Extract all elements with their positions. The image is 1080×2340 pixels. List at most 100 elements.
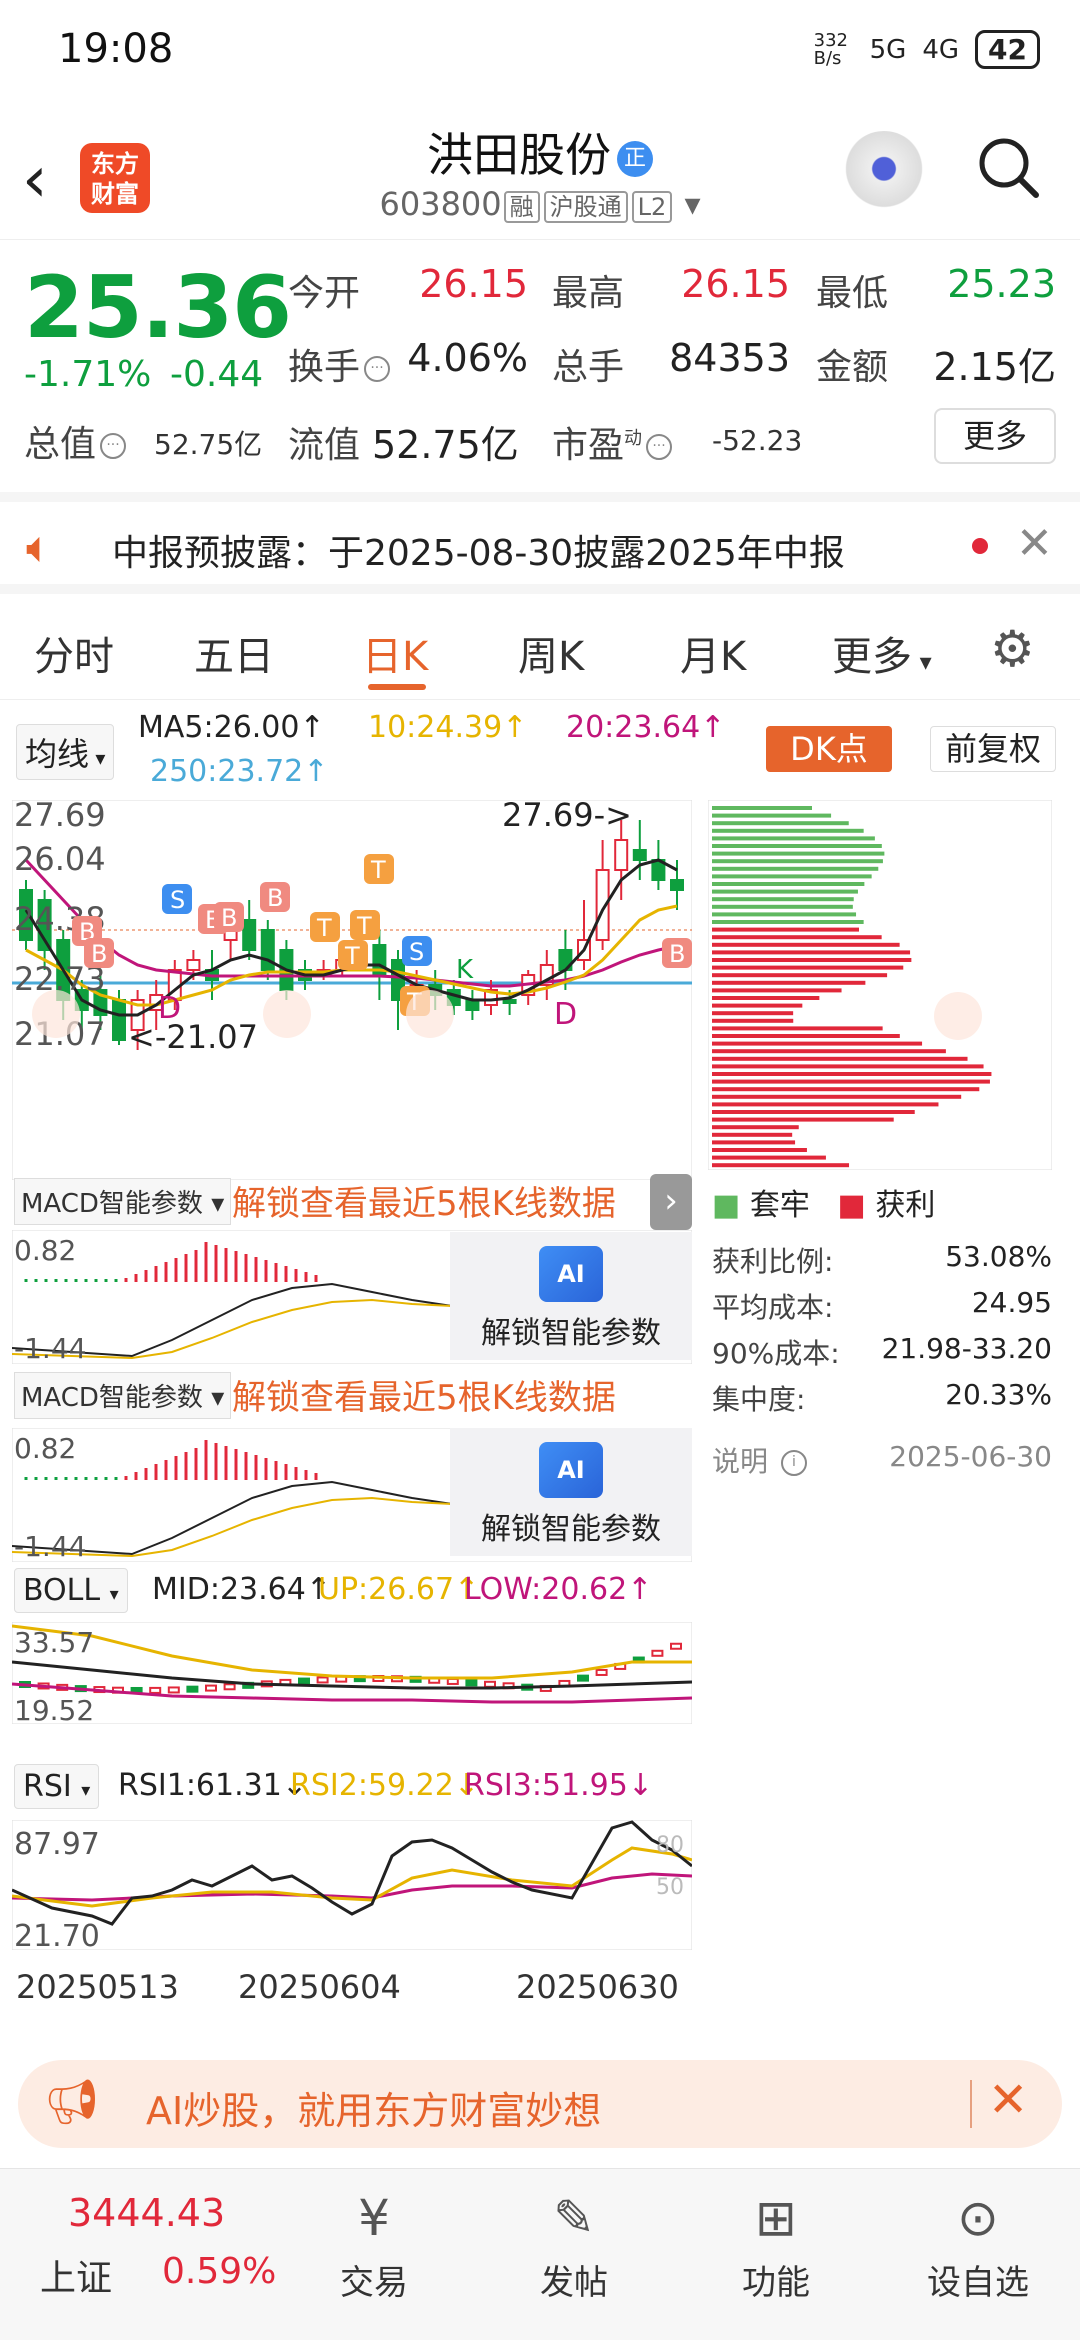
rsi2-value: RSI2:59.22↓: [290, 1768, 479, 1803]
tab-weekly-k[interactable]: 周K: [518, 624, 584, 682]
chip-profit-ratio: 获利比例: 53.08%: [712, 1240, 1052, 1278]
rsi-level-50: 50: [656, 1875, 684, 1900]
ai-ad-banner[interactable]: 📢︎ AI炒股，就用东方财富妙想 ✕: [18, 2060, 1062, 2148]
boll-y-bot: 19.52: [14, 1694, 94, 1724]
ma10-value: 10:24.39↑: [368, 710, 528, 745]
kline-candle: [260, 929, 275, 971]
signal-4g: 4G: [922, 34, 960, 65]
ad-text[interactable]: AI炒股，就用东方财富妙想: [146, 2080, 601, 2135]
svg-text:B: B: [221, 904, 237, 932]
chip-avg-cost: 平均成本: 24.95: [712, 1286, 1052, 1324]
chip-bar: [712, 1026, 883, 1031]
k-high-mark: 27.69->: [502, 800, 632, 834]
macd1-selector[interactable]: MACD智能参数 ▾: [14, 1178, 232, 1225]
chip-bar: [712, 1117, 894, 1122]
info-icon: i: [780, 1450, 807, 1476]
ma-selector[interactable]: 均线 ▾: [16, 724, 115, 780]
nav-trade[interactable]: ¥ 交易: [314, 2189, 434, 2304]
chip-bar: [712, 1049, 946, 1054]
tab-daily-k[interactable]: 日K: [362, 624, 428, 682]
svg-text:T: T: [344, 942, 360, 970]
notice-banner[interactable]: 🔈︎ 中报预披露：于2025-08-30披露2025年中报 ✕: [0, 492, 1080, 594]
battery-icon: 42: [975, 30, 1040, 69]
period-tabs: 分时 五日 日K 周K 月K 更多 ▾ ⚙: [0, 596, 1080, 700]
float-value: 52.75亿: [372, 423, 519, 467]
index-name[interactable]: 上证: [40, 2249, 112, 2301]
index-change[interactable]: 0.59%: [162, 2251, 276, 2292]
status-time: 19:08: [58, 26, 174, 72]
chip-bar: [712, 1155, 826, 1160]
status-icons: 332 B/s 5G 4G 42: [814, 30, 1040, 69]
chip-distribution-chart[interactable]: [708, 800, 1052, 1170]
close-icon[interactable]: ✕: [988, 2072, 1028, 2128]
status-bar: 19:08 332 B/s 5G 4G 42: [0, 0, 1080, 105]
gear-icon[interactable]: ⚙: [990, 620, 1035, 678]
chip-bar: [712, 1079, 990, 1084]
chip-bar: [712, 1072, 992, 1076]
chevron-right-icon[interactable]: ›: [650, 1174, 692, 1230]
macd2-unlock-button[interactable]: AI 解锁智能参数: [450, 1428, 692, 1556]
kline-candle: [614, 839, 629, 871]
active-tab-indicator: [368, 684, 426, 690]
notice-text[interactable]: 中报预披露：于2025-08-30披露2025年中报: [112, 524, 845, 576]
svg-text:S: S: [409, 938, 424, 966]
turnover-label: 换手 ···: [288, 338, 391, 390]
boll-selector[interactable]: BOLL ▾: [14, 1568, 128, 1613]
chip-bar: [712, 889, 858, 894]
chip-bar: [712, 1094, 962, 1099]
chip-bar: [712, 1087, 980, 1092]
chip-note[interactable]: 说明 i 2025-06-30: [712, 1440, 1052, 1480]
svg-text:T: T: [370, 856, 386, 884]
rsi3-value: RSI3:51.95↓: [464, 1768, 653, 1803]
boll-candle: [186, 1685, 199, 1693]
tab-five-day[interactable]: 五日: [194, 624, 274, 682]
search-icon[interactable]: [976, 135, 1040, 199]
macd1-tip[interactable]: 解锁查看最近5根K线数据: [232, 1176, 616, 1225]
more-quote-button[interactable]: 更多: [934, 408, 1056, 464]
ad-divider: [970, 2080, 972, 2128]
tab-minute[interactable]: 分时: [34, 624, 114, 682]
robot-assistant-icon[interactable]: [842, 131, 926, 215]
chip-bar: [712, 1125, 799, 1130]
net-speed: 332 B/s: [813, 29, 848, 69]
svg-text:K: K: [456, 955, 474, 985]
macd2-y-bot: -1.44: [14, 1530, 86, 1562]
macd1-unlock-button[interactable]: AI 解锁智能参数: [450, 1232, 692, 1360]
chip-bar: [712, 1102, 939, 1107]
market-value: 52.75亿: [154, 428, 263, 461]
index-value[interactable]: 3444.43: [68, 2191, 225, 2235]
nav-post[interactable]: ✎ 发帖: [514, 2189, 634, 2304]
chip-bar: [712, 1132, 793, 1137]
dk-point-button[interactable]: DK点: [766, 726, 892, 772]
amount-value: 2.15亿: [933, 345, 1056, 389]
boll-candle: [465, 1679, 478, 1687]
tab-more[interactable]: 更多 ▾: [832, 624, 932, 682]
boll-mid: MID:23.64↑: [152, 1572, 331, 1607]
boll-candle: [205, 1684, 217, 1692]
chip-bar: [712, 1163, 850, 1168]
boll-candle: [670, 1642, 682, 1650]
chip-bar: [712, 874, 872, 879]
rsi-selector[interactable]: RSI ▾: [14, 1764, 100, 1809]
svg-text:T: T: [316, 914, 332, 942]
kline-candle: [502, 999, 517, 1004]
kline-chart[interactable]: 27.69 26.04 24.38 22.73 21.07 27.69-> <-…: [12, 800, 692, 1180]
adjust-button[interactable]: 前复权: [930, 726, 1056, 772]
nav-add-watchlist[interactable]: ⊙ 设自选: [918, 2189, 1038, 2304]
float-value-label: 流值: [288, 425, 361, 466]
title-badge: 正: [617, 140, 653, 177]
stock-code: 603800: [379, 185, 502, 223]
macd2-tip[interactable]: 解锁查看最近5根K线数据: [232, 1370, 616, 1419]
chip-bar: [712, 988, 842, 993]
rsi-y-bot: 21.70: [14, 1919, 100, 1950]
ai-icon: AI: [539, 1442, 603, 1498]
chip-bar: [712, 836, 875, 841]
chip-bar: [712, 1034, 900, 1038]
close-icon[interactable]: ✕: [1016, 518, 1053, 569]
low-label: 最低: [816, 273, 889, 314]
macd2-selector[interactable]: MACD智能参数 ▾: [14, 1372, 232, 1419]
k-ylabel-0: 27.69: [14, 800, 106, 834]
nav-functions[interactable]: ⊞ 功能: [716, 2189, 836, 2304]
tab-monthly-k[interactable]: 月K: [680, 624, 746, 682]
chip-bar: [712, 1018, 794, 1023]
